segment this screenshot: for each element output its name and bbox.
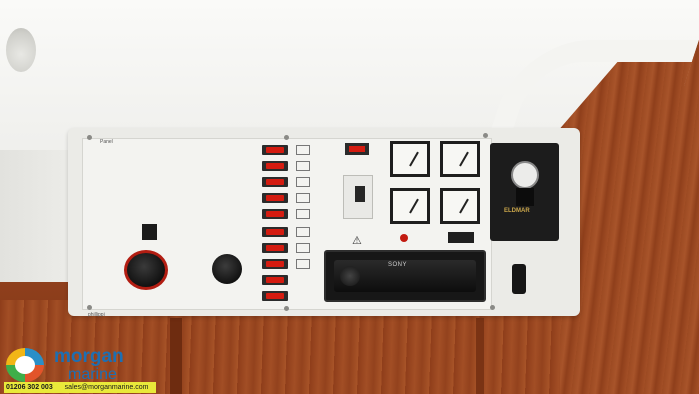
rocker-switch[interactable] bbox=[512, 264, 526, 294]
toggle-switch[interactable] bbox=[448, 232, 474, 243]
breaker-switch[interactable] bbox=[262, 161, 288, 171]
wood-trim bbox=[170, 318, 182, 394]
heater-brand-label: ELDMAR bbox=[504, 208, 530, 214]
power-socket[interactable] bbox=[142, 224, 157, 240]
main-breaker-switch[interactable] bbox=[345, 143, 369, 155]
photo-scene: Panel phillippi ⚠ SONY ELDMAR morgan mar… bbox=[0, 0, 699, 394]
battery-gauge bbox=[390, 188, 430, 224]
breaker-switch[interactable] bbox=[262, 145, 288, 155]
compass-logo-icon bbox=[6, 348, 44, 382]
circuit-pictogram bbox=[296, 209, 310, 219]
screw bbox=[284, 306, 289, 311]
tank-gauge bbox=[440, 188, 480, 224]
radio-brand-label: SONY bbox=[388, 262, 408, 268]
car-radio[interactable]: SONY bbox=[324, 250, 486, 302]
circuit-pictogram bbox=[296, 193, 310, 203]
panel-label-bottom: phillippi bbox=[88, 312, 105, 318]
watermark-logo: morgan marine 01206 302 003 sales@morgan… bbox=[4, 346, 156, 394]
indicator-led bbox=[400, 234, 408, 242]
voltmeter-gauge bbox=[390, 141, 430, 177]
rotary-knob[interactable] bbox=[212, 254, 242, 284]
contact-email: sales@morganmarine.com bbox=[64, 384, 149, 391]
logo-contact-bar: 01206 302 003 sales@morganmarine.com bbox=[4, 382, 156, 393]
breaker-switch[interactable] bbox=[262, 193, 288, 203]
warning-icon: ⚠ bbox=[352, 235, 362, 247]
wall-shadow bbox=[0, 150, 70, 290]
panel-label-top: Panel bbox=[100, 139, 113, 145]
circuit-pictogram bbox=[296, 227, 310, 237]
screw bbox=[87, 135, 92, 140]
screw bbox=[490, 305, 495, 310]
wood-trim bbox=[476, 318, 484, 394]
breaker-switch[interactable] bbox=[262, 243, 288, 253]
rcd-switch[interactable] bbox=[343, 175, 373, 219]
breaker-switch[interactable] bbox=[262, 227, 288, 237]
circuit-pictogram bbox=[296, 243, 310, 253]
breaker-switch[interactable] bbox=[262, 275, 288, 285]
heater-dial[interactable] bbox=[511, 161, 539, 189]
battery-selector-knob[interactable] bbox=[124, 250, 168, 290]
circuit-pictogram bbox=[296, 161, 310, 171]
circuit-pictogram bbox=[296, 177, 310, 187]
radio-volume-knob[interactable] bbox=[340, 266, 360, 286]
screw bbox=[87, 305, 92, 310]
contact-phone: 01206 302 003 bbox=[6, 384, 53, 391]
heater-knob[interactable] bbox=[516, 188, 534, 206]
circuit-pictogram bbox=[296, 259, 310, 269]
screw bbox=[284, 135, 289, 140]
circuit-pictogram bbox=[296, 145, 310, 155]
breaker-switch[interactable] bbox=[262, 259, 288, 269]
breaker-switch[interactable] bbox=[262, 177, 288, 187]
ceiling-light bbox=[6, 28, 36, 72]
breaker-switch[interactable] bbox=[262, 291, 288, 301]
screw bbox=[483, 133, 488, 138]
logo-name: morgan bbox=[54, 346, 124, 367]
breaker-switch[interactable] bbox=[262, 209, 288, 219]
ammeter-gauge bbox=[440, 141, 480, 177]
